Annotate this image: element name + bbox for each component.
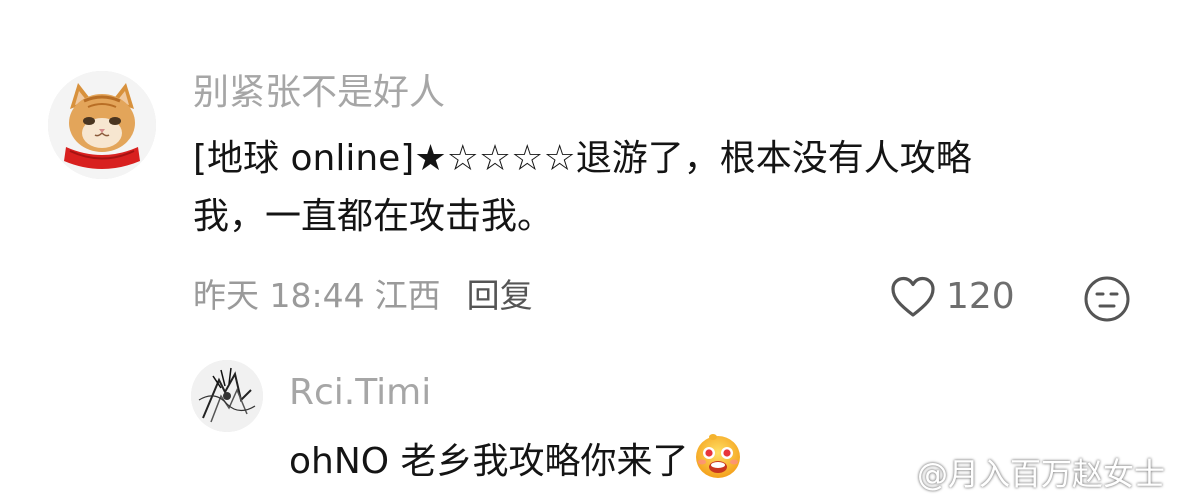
watermark: @月入百万赵女士 <box>871 455 1165 495</box>
sketch-avatar-icon <box>191 360 263 432</box>
commenter-username[interactable]: 别紧张不是好人 <box>193 71 445 115</box>
like-button[interactable]: 120 <box>890 272 1015 322</box>
reply-text: ohNO 老乡我攻略你来了 <box>289 441 689 482</box>
commenter-avatar[interactable] <box>48 71 156 179</box>
replier-username[interactable]: Rci.Timi <box>289 371 431 415</box>
like-count: 120 <box>946 276 1015 317</box>
reply-body: ohNO 老乡我攻略你来了 <box>289 431 743 499</box>
comment-location: 江西 <box>374 276 441 315</box>
watermark-text: @月入百万赵女士 <box>917 457 1165 493</box>
grinning-face-emoji <box>693 431 743 499</box>
comment-time: 昨天 18:44 <box>193 276 365 315</box>
heart-outline-icon <box>891 276 935 317</box>
cat-avatar-icon <box>48 71 156 179</box>
weibo-logo-icon <box>871 462 908 491</box>
replier-avatar[interactable] <box>191 360 263 432</box>
comment-thread: 别紧张不是好人 [地球 online]★☆☆☆☆退游了，根本没有人攻略 我，一直… <box>0 0 1179 503</box>
emoji-react-button[interactable] <box>1083 275 1131 323</box>
neutral-face-icon <box>1084 276 1130 322</box>
comment-text-line-1: [地球 online]★☆☆☆☆退游了，根本没有人攻略 <box>193 138 972 179</box>
comment-body: [地球 online]★☆☆☆☆退游了，根本没有人攻略 我，一直都在攻击我。 <box>193 130 1123 246</box>
reply-button[interactable]: 回复 <box>467 276 533 315</box>
comment-meta: 昨天 18:44 江西 回复 <box>193 274 533 318</box>
comment-text-line-2: 我，一直都在攻击我。 <box>193 196 554 237</box>
